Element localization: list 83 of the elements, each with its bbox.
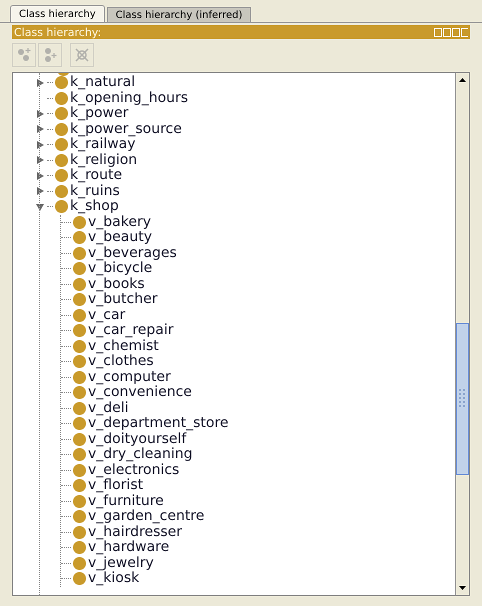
class-icon: [73, 246, 86, 260]
collapse-arrow-icon[interactable]: [35, 202, 45, 212]
tree-item-label[interactable]: k_ruins: [70, 184, 120, 199]
expand-arrow-icon[interactable]: [35, 170, 45, 181]
tree-item-label[interactable]: v_kiosk: [88, 571, 140, 586]
class-icon: [73, 541, 86, 554]
tree-item-label[interactable]: k_power_source: [70, 122, 182, 137]
class-icon: [73, 432, 86, 446]
class-icon: [73, 293, 86, 306]
class-icon: [55, 138, 68, 152]
class-icon: [73, 572, 86, 586]
expand-arrow-icon[interactable]: [35, 124, 45, 134]
class-icon: [73, 216, 86, 229]
delete-icon: [74, 47, 90, 63]
expand-arrow-icon[interactable]: [35, 140, 45, 150]
class-icon: [73, 417, 86, 430]
class-icon: [55, 154, 68, 167]
class-icon: [73, 324, 86, 338]
tree-item-label[interactable]: v_dry_cleaning: [88, 447, 193, 462]
class-icon: [73, 231, 86, 244]
tree-item-label[interactable]: v_books: [88, 276, 145, 292]
class-icon: [55, 169, 68, 182]
add-sibling-icon: [42, 47, 58, 63]
tree-item-label[interactable]: k_route: [70, 168, 122, 184]
tree-item-label[interactable]: v_car: [88, 308, 126, 323]
class-icon: [55, 107, 68, 120]
class-icon: [73, 526, 86, 539]
tree-item-label[interactable]: v_car_repair: [88, 323, 174, 338]
tree-item-label[interactable]: v_beverages: [88, 246, 177, 261]
tree-item-label[interactable]: k_shop: [70, 199, 119, 214]
class-icon: [73, 262, 86, 276]
class-icon: [73, 402, 86, 415]
class-icon: [73, 556, 86, 570]
tree-item-label[interactable]: v_jewelry: [88, 556, 154, 571]
class-icon: [73, 340, 86, 353]
scrollbar[interactable]: [455, 73, 469, 595]
class-icon: [55, 92, 68, 105]
tab[interactable]: Class hierarchy (inferred): [106, 7, 252, 22]
class-icon: [73, 370, 86, 384]
tree-item-label[interactable]: v_furniture: [88, 494, 164, 509]
tree-item-label[interactable]: k_railway: [70, 137, 136, 152]
class-icon: [55, 76, 68, 90]
tree-item-label[interactable]: k_natural: [70, 75, 136, 90]
tree-item-label[interactable]: v_bakery: [88, 214, 152, 230]
expand-arrow-icon[interactable]: [35, 78, 45, 88]
class-icon: [73, 494, 86, 508]
tree-item-label[interactable]: v_garden_centre: [88, 509, 204, 524]
class-icon: [55, 122, 68, 136]
tree-item-label[interactable]: k_opening_hours: [70, 90, 188, 106]
class-icon: [73, 448, 86, 462]
add-subclass-icon: [16, 47, 32, 63]
class-icon: [73, 308, 86, 322]
class-icon: [73, 386, 86, 400]
class-icon: [73, 278, 86, 291]
class-icon: [55, 184, 68, 198]
tree-item-label[interactable]: v_convenience: [88, 385, 192, 400]
expand-arrow-icon[interactable]: [35, 186, 45, 196]
tree-item-label[interactable]: v_department_store: [88, 416, 229, 432]
scrollbar-thumb[interactable]: [456, 323, 469, 475]
tree-item-label[interactable]: v_deli: [88, 400, 129, 416]
tree-item-label[interactable]: v_hairdresser: [88, 524, 182, 540]
expand-arrow-icon[interactable]: [35, 108, 45, 119]
class-icon: [55, 200, 68, 214]
tree-item-label[interactable]: v_florist: [88, 478, 144, 494]
window-controls-icon[interactable]: [434, 28, 468, 36]
class-icon: [73, 464, 86, 477]
tree-item-label[interactable]: v_computer: [88, 370, 171, 385]
class-icon: [73, 479, 86, 492]
tab[interactable]: Class hierarchy: [10, 5, 105, 22]
tree-item-label[interactable]: v_bicycle: [88, 261, 152, 276]
expand-arrow-icon[interactable]: [35, 155, 45, 166]
tree-item-label[interactable]: v_doityourself: [88, 432, 186, 447]
tree-item-label[interactable]: v_beauty: [88, 230, 152, 246]
tree-item-label[interactable]: v_chemist: [88, 338, 159, 354]
panel-title: Class hierarchy:: [14, 26, 102, 38]
tree-item-label[interactable]: v_clothes: [88, 354, 154, 370]
tree-item-label[interactable]: v_hardware: [88, 540, 170, 556]
tree-item-label[interactable]: k_power: [70, 106, 128, 122]
class-icon: [73, 355, 86, 368]
tree-item-label[interactable]: k_religion: [70, 152, 138, 168]
tree-item-label[interactable]: v_butcher: [88, 292, 158, 308]
tree-item-label[interactable]: v_electronics: [88, 462, 180, 478]
class-icon: [73, 510, 86, 524]
